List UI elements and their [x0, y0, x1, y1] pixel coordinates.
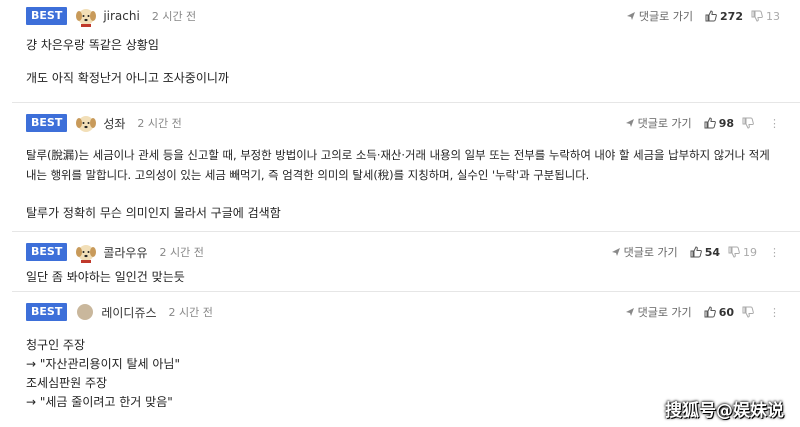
upvote-button[interactable]: 54: [690, 246, 720, 259]
comment-text-line: 개도 아직 확정난거 아니고 조사중이니까: [26, 71, 229, 85]
comment-body: 일단 좀 봐야하는 일인건 맞는듯: [26, 268, 786, 287]
comment-author[interactable]: 레이디쥬스: [101, 304, 156, 321]
best-badge: BEST: [26, 243, 68, 261]
comment-actions: 댓글로 가기 60 ⋮: [625, 300, 780, 324]
send-icon: [611, 248, 620, 256]
thumbs-down-icon: [728, 246, 740, 258]
thumbs-up-icon: [690, 246, 702, 258]
comment-text-line: 탈루가 정확히 무슨 의미인지 몰라서 구글에 검색함: [26, 206, 281, 220]
thumbs-down-icon: [751, 10, 763, 22]
downvote-count: 13: [766, 9, 780, 23]
downvote-button[interactable]: [742, 306, 757, 318]
comment-author[interactable]: jirachi: [103, 9, 140, 23]
thumbs-up-icon: [705, 10, 717, 22]
comment-header: BEST 레이디쥬스 2 시간 전: [26, 300, 213, 324]
comment-time: 2 시간 전: [159, 246, 204, 259]
more-options-icon[interactable]: ⋮: [769, 117, 780, 130]
comment-time: 2 시간 전: [151, 10, 197, 23]
downvote-button[interactable]: 19: [728, 246, 757, 259]
downvote-count: 19: [743, 245, 757, 259]
thumbs-up-icon: [704, 306, 716, 318]
reply-link[interactable]: 댓글로 가기: [625, 115, 692, 131]
comment-header: BEST 성좌 2 시간 전: [26, 111, 182, 135]
upvote-button[interactable]: 60: [704, 306, 734, 319]
reply-link[interactable]: 댓글로 가기: [611, 244, 678, 260]
comment-header: BEST 콜라우유 2 시간 전: [26, 240, 204, 264]
upvote-count: 98: [718, 116, 734, 130]
comment-text-line: 탈루(脫漏)는 세금이나 관세 등을 신고할 때, 부정한 방법이나 고의로 소…: [26, 148, 770, 162]
dog-avatar-icon[interactable]: [75, 5, 97, 27]
upvote-button[interactable]: 98: [704, 117, 734, 130]
send-icon: [625, 119, 634, 127]
upvote-button[interactable]: 272: [705, 10, 743, 23]
thumbs-down-icon: [742, 306, 754, 318]
comment-body: 걍 차은우랑 똑같은 상황임 개도 아직 확정난거 아니고 조사중이니까: [26, 36, 786, 88]
downvote-button[interactable]: [742, 117, 757, 129]
more-options-icon[interactable]: ⋮: [769, 306, 780, 319]
upvote-count: 60: [718, 305, 734, 319]
upvote-count: 54: [704, 245, 720, 259]
thumbs-down-icon: [742, 117, 754, 129]
comment-item: BEST 콜라우유 2 시간 전 댓글로 가기 54 19 ⋮ 일단 좀 봐야하…: [12, 232, 800, 292]
comment-header: BEST jirachi 2 시간 전: [26, 4, 196, 28]
comment-author[interactable]: 콜라우유: [103, 244, 147, 261]
reply-link-label: 댓글로 가기: [637, 117, 692, 130]
comment-text-line: 걍 차은우랑 똑같은 상황임: [26, 38, 159, 52]
comment-time: 2 시간 전: [168, 306, 213, 319]
best-badge: BEST: [26, 303, 68, 321]
send-icon: [625, 308, 634, 316]
comment-text-line: 조세심판원 주장: [26, 376, 108, 390]
reply-link[interactable]: 댓글로 가기: [625, 304, 692, 320]
avatar-icon[interactable]: [77, 304, 94, 320]
comment-item: BEST jirachi 2 시간 전 댓글로 가기 272 13 걍 차은우랑…: [12, 0, 800, 103]
downvote-button[interactable]: 13: [751, 10, 780, 23]
comment-text-line: 내는 행위를 말합니다. 고의성이 있는 세금 빼먹기, 즉 엄격한 의미의 탈…: [26, 168, 590, 182]
comment-actions: 댓글로 가기 98 ⋮: [625, 111, 780, 135]
best-badge: BEST: [26, 7, 68, 25]
comment-blank-line: [26, 55, 786, 69]
comment-blank-line: [26, 185, 786, 203]
reply-link[interactable]: 댓글로 가기: [626, 8, 693, 24]
comment-time: 2 시간 전: [137, 117, 182, 130]
reply-link-label: 댓글로 가기: [637, 306, 692, 319]
more-options-icon[interactable]: ⋮: [769, 246, 780, 259]
comment-actions: 댓글로 가기 54 19 ⋮: [611, 240, 780, 264]
comment-text-line: 청구인 주장: [26, 338, 86, 352]
comment-item: BEST 성좌 2 시간 전 댓글로 가기 98 ⋮ 탈루(脫漏)는 세금이나 …: [12, 103, 800, 232]
best-badge: BEST: [26, 114, 68, 132]
comment-actions: 댓글로 가기 272 13: [626, 4, 780, 28]
dog-avatar-icon[interactable]: [75, 241, 97, 263]
send-icon: [626, 12, 635, 20]
comment-text-line: 일단 좀 봐야하는 일인건 맞는듯: [26, 270, 185, 284]
watermark: 搜狐号@娱妹说: [665, 401, 784, 421]
reply-link-label: 댓글로 가기: [623, 246, 678, 259]
comment-text-line: → "자산관리용이지 탈세 아님": [26, 357, 180, 371]
comment-author[interactable]: 성좌: [103, 115, 125, 132]
comment-body: 탈루(脫漏)는 세금이나 관세 등을 신고할 때, 부정한 방법이나 고의로 소…: [26, 145, 786, 223]
dog-avatar-icon[interactable]: [75, 112, 97, 134]
upvote-count: 272: [720, 9, 743, 23]
reply-link-label: 댓글로 가기: [638, 10, 694, 23]
thumbs-up-icon: [704, 117, 716, 129]
